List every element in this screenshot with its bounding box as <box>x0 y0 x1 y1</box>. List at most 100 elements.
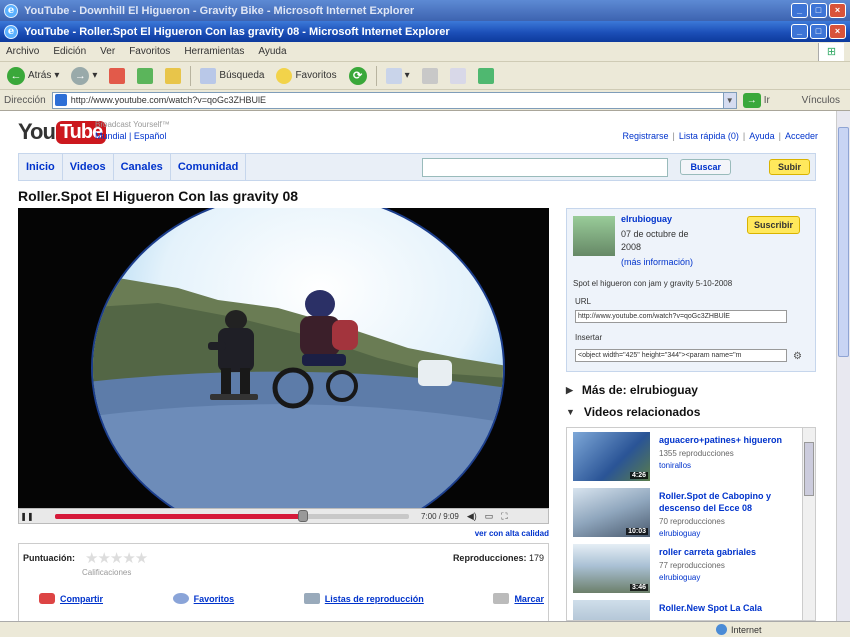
window-mode-icon[interactable]: ▭ <box>485 511 494 522</box>
refresh-button[interactable] <box>134 65 156 87</box>
seek-handle[interactable] <box>297 509 308 522</box>
background-window-titlebar[interactable]: e YouTube - Downhill El Higueron - Gravi… <box>0 0 850 21</box>
tab-videos[interactable]: Videos <box>63 154 114 180</box>
minimize-icon[interactable]: _ <box>791 3 808 18</box>
history-icon: ⟳ <box>348 66 367 85</box>
window-titlebar[interactable]: e YouTube - Roller.Spot El Higueron Con … <box>0 21 850 42</box>
menu-ver[interactable]: Ver <box>100 46 115 57</box>
maximize-icon[interactable]: □ <box>810 24 827 39</box>
tab-comunidad[interactable]: Comunidad <box>171 154 247 180</box>
forward-button[interactable]: → ▾ <box>68 65 100 87</box>
video-thumbnail[interactable]: 10:03 <box>573 488 650 537</box>
related-user[interactable]: elrubioguay <box>659 529 700 538</box>
related-user[interactable]: tonirallos <box>659 461 691 470</box>
related-user[interactable]: elrubioguay <box>659 573 700 582</box>
menu-edicion[interactable]: Edición <box>53 46 86 57</box>
video-player[interactable] <box>18 208 549 508</box>
print-icon <box>421 67 438 84</box>
related-item[interactable]: 4:26 aguacero+patines+ higueron 1355 rep… <box>573 432 801 482</box>
country-link[interactable]: Mundial <box>95 131 127 141</box>
star-icon <box>276 67 293 84</box>
related-videos-header[interactable]: ▼ Videos relacionados <box>566 405 700 419</box>
search-submit-button[interactable]: Buscar <box>680 159 731 175</box>
rating-stars[interactable]: ★★★★★ <box>85 549 148 567</box>
go-button[interactable]: → Ir <box>742 92 770 108</box>
signin-link[interactable]: Acceder <box>785 131 818 141</box>
quicklist-link[interactable]: Lista rápida (0) <box>679 131 739 141</box>
favorites-button[interactable]: Favoritos <box>273 65 339 87</box>
url-field[interactable]: http://www.youtube.com/watch?v=qoGc3ZHBU… <box>575 310 787 323</box>
fullscreen-icon[interactable]: ⛶ <box>501 511 507 522</box>
uploader-name[interactable]: elrubioguay <box>621 214 672 224</box>
chevron-down-icon[interactable]: ▾ <box>92 70 97 81</box>
ie-logo-icon: e <box>4 3 18 18</box>
seek-bar[interactable] <box>55 509 409 522</box>
video-thumbnail[interactable] <box>573 600 650 620</box>
menu-favoritos[interactable]: Favoritos <box>129 46 170 57</box>
tab-inicio[interactable]: Inicio <box>19 154 63 180</box>
related-title[interactable]: Roller.New Spot La Cala <box>659 602 801 614</box>
favorite-button[interactable]: Favoritos <box>172 593 234 604</box>
register-link[interactable]: Registrarse <box>623 131 669 141</box>
share-button[interactable]: Compartir <box>39 593 103 604</box>
maximize-icon[interactable]: □ <box>810 3 827 18</box>
related-item[interactable]: 3:46 roller carreta gabriales 77 reprodu… <box>573 544 801 594</box>
zone-label: Internet <box>731 624 762 635</box>
stop-button[interactable] <box>106 65 128 87</box>
home-button[interactable] <box>162 65 184 87</box>
related-scrollbar[interactable] <box>802 428 815 620</box>
search-button[interactable]: Búsqueda <box>197 65 267 87</box>
edit-button[interactable] <box>447 65 469 87</box>
help-link[interactable]: Ayuda <box>749 131 774 141</box>
links-label[interactable]: Vínculos <box>802 95 840 106</box>
youtube-logo[interactable]: You Tube <box>18 119 107 145</box>
chevron-down-icon[interactable]: ▾ <box>405 70 410 81</box>
back-button[interactable]: ← Atrás ▾ <box>4 65 62 87</box>
menu-ayuda[interactable]: Ayuda <box>258 46 286 57</box>
volume-icon[interactable]: ◀) <box>467 511 477 522</box>
print-button[interactable] <box>419 65 441 87</box>
back-label: Atrás <box>28 70 52 81</box>
chevron-down-icon[interactable]: ▾ <box>54 70 59 81</box>
language-link[interactable]: Español <box>134 131 167 141</box>
tab-canales[interactable]: Canales <box>114 154 171 180</box>
minimize-icon[interactable]: _ <box>791 24 808 39</box>
related-title[interactable]: aguacero+patines+ higueron <box>659 434 801 446</box>
search-input[interactable] <box>422 157 669 177</box>
related-title[interactable]: roller carreta gabriales <box>659 546 801 558</box>
playlist-button[interactable]: Listas de reproducción <box>303 593 424 604</box>
related-title[interactable]: Roller.Spot de Cabopino y descenso del E… <box>659 490 801 514</box>
more-from-header[interactable]: ▶ Más de: elrubioguay <box>566 383 698 397</box>
menu-archivo[interactable]: Archivo <box>6 46 39 57</box>
video-thumbnail[interactable]: 4:26 <box>573 432 650 481</box>
related-item[interactable]: 10:03 Roller.Spot de Cabopino y descenso… <box>573 488 801 538</box>
embed-field[interactable]: <object width="425" height="344"><param … <box>575 349 787 362</box>
close-icon[interactable]: × <box>829 24 846 39</box>
chevron-down-icon[interactable]: ▼ <box>722 91 737 109</box>
messenger-button[interactable] <box>475 65 497 87</box>
page-scroll-thumb[interactable] <box>838 127 849 357</box>
duration-badge: 10:03 <box>626 528 648 535</box>
more-info-link[interactable]: (más información) <box>621 257 693 267</box>
flag-button[interactable]: Marcar <box>493 593 544 604</box>
high-quality-link[interactable]: ver con alta calidad <box>18 529 549 538</box>
close-icon[interactable]: × <box>829 3 846 18</box>
subscribe-button[interactable]: Suscribir <box>747 216 801 234</box>
related-scroll-thumb[interactable] <box>804 442 814 496</box>
url-input[interactable]: http://www.youtube.com/watch?v=qoGc3ZHBU… <box>51 91 724 109</box>
menu-herramientas[interactable]: Herramientas <box>184 46 244 57</box>
mail-button[interactable]: ▾ <box>383 65 413 87</box>
globe-icon <box>716 624 727 635</box>
history-button[interactable]: ⟳ <box>346 65 370 87</box>
share-icon <box>39 593 55 604</box>
pause-icon[interactable]: ❚❚ <box>19 512 35 521</box>
views-count: Reproducciones: 179 <box>453 553 544 563</box>
related-item[interactable]: Roller.New Spot La Cala <box>573 600 801 620</box>
related-views: 77 reproducciones <box>659 561 725 570</box>
address-label: Dirección <box>4 94 46 106</box>
upload-button[interactable]: Subir <box>768 159 810 175</box>
gear-icon[interactable]: ⚙ <box>793 351 802 362</box>
uploader-avatar[interactable] <box>573 216 615 256</box>
video-thumbnail[interactable]: 3:46 <box>573 544 650 593</box>
page-scrollbar[interactable] <box>836 111 850 621</box>
